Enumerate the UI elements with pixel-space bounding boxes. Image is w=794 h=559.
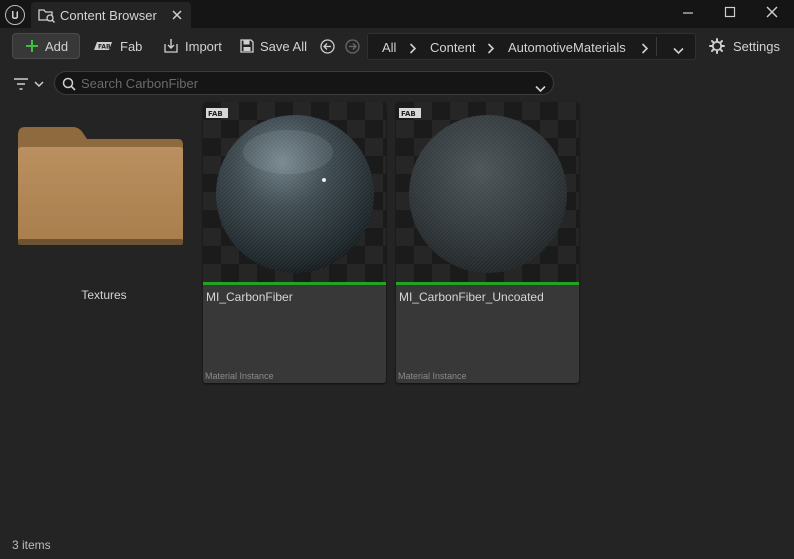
fab-badge-label: FAB: [401, 110, 416, 118]
asset-type: Material Instance: [205, 371, 274, 381]
search-icon: [62, 77, 76, 96]
settings-button[interactable]: Settings: [709, 33, 780, 59]
toolbar: Add FAB Fab Import Save All All Content …: [0, 28, 794, 64]
tab-title: Content Browser: [60, 8, 157, 23]
item-count: 3 items: [12, 538, 51, 552]
asset-name: MI_CarbonFiber_Uncoated: [399, 290, 544, 304]
folder-icon: [18, 127, 183, 245]
status-bar: 3 items: [0, 530, 794, 559]
asset-grid: Textures FAB MI_CarbonFiber Material Ins…: [0, 98, 794, 528]
maximize-icon: [724, 6, 736, 18]
fab-button[interactable]: FAB Fab: [92, 33, 142, 59]
title-bar: Content Browser: [0, 0, 794, 28]
breadcrumb-item-all[interactable]: All: [382, 40, 396, 55]
asset-thumbnail: FAB: [203, 102, 386, 282]
add-button[interactable]: Add: [12, 33, 80, 59]
import-icon: [164, 39, 178, 53]
chevron-down-icon[interactable]: [673, 43, 684, 58]
close-icon[interactable]: [170, 8, 184, 22]
tab-content-browser[interactable]: Content Browser: [31, 2, 191, 28]
save-icon: [240, 39, 254, 53]
close-window-button[interactable]: [751, 0, 793, 26]
settings-label: Settings: [733, 38, 780, 54]
chevron-right-icon[interactable]: [409, 42, 417, 57]
breadcrumb: All Content AutomotiveMaterials: [367, 33, 696, 60]
asset-type-bar: [396, 282, 579, 285]
folder-name: Textures: [81, 288, 127, 302]
asset-card-mi-carbonfiber[interactable]: FAB MI_CarbonFiber Material Instance: [203, 102, 386, 383]
save-all-button[interactable]: Save All: [240, 33, 307, 59]
asset-name: MI_CarbonFiber: [206, 290, 293, 304]
forward-arrow-icon[interactable]: [345, 39, 360, 59]
gear-icon: [709, 38, 725, 54]
content-browser-window: Content Browser Add FAB Fab Import Save …: [0, 0, 794, 559]
import-label: Import: [185, 38, 222, 54]
folder-textures[interactable]: Textures: [13, 119, 191, 309]
asset-type-bar: [203, 282, 386, 285]
divider: [656, 37, 657, 56]
filter-icon: [14, 78, 44, 90]
breadcrumb-item-automotivematerials[interactable]: AutomotiveMaterials: [508, 40, 626, 55]
filter-button[interactable]: [12, 75, 48, 93]
minimize-icon: [683, 12, 693, 14]
unreal-logo-icon[interactable]: [5, 5, 25, 25]
asset-card-mi-carbonfiber-uncoated[interactable]: FAB MI_CarbonFiber_Uncoated Material Ins…: [396, 102, 579, 383]
svg-text:FAB: FAB: [98, 44, 111, 51]
search-input[interactable]: [81, 74, 521, 92]
content-browser-icon: [38, 7, 56, 28]
add-label: Add: [45, 38, 69, 54]
plus-icon: [26, 40, 38, 52]
breadcrumb-item-content[interactable]: Content: [430, 40, 476, 55]
save-all-label: Save All: [260, 38, 307, 54]
close-window-icon: [766, 6, 778, 18]
search-box[interactable]: [54, 71, 554, 95]
fab-label: Fab: [120, 38, 143, 54]
back-arrow-icon[interactable]: [320, 39, 335, 59]
chevron-down-icon[interactable]: [535, 80, 546, 98]
fab-icon: FAB: [94, 42, 112, 51]
minimize-button[interactable]: [667, 0, 709, 26]
fab-badge-label: FAB: [208, 110, 223, 118]
asset-thumbnail: FAB: [396, 102, 579, 282]
maximize-button[interactable]: [709, 0, 751, 26]
asset-type: Material Instance: [398, 371, 467, 381]
import-button[interactable]: Import: [163, 33, 222, 59]
chevron-right-icon[interactable]: [487, 42, 495, 57]
chevron-right-icon[interactable]: [641, 42, 649, 57]
